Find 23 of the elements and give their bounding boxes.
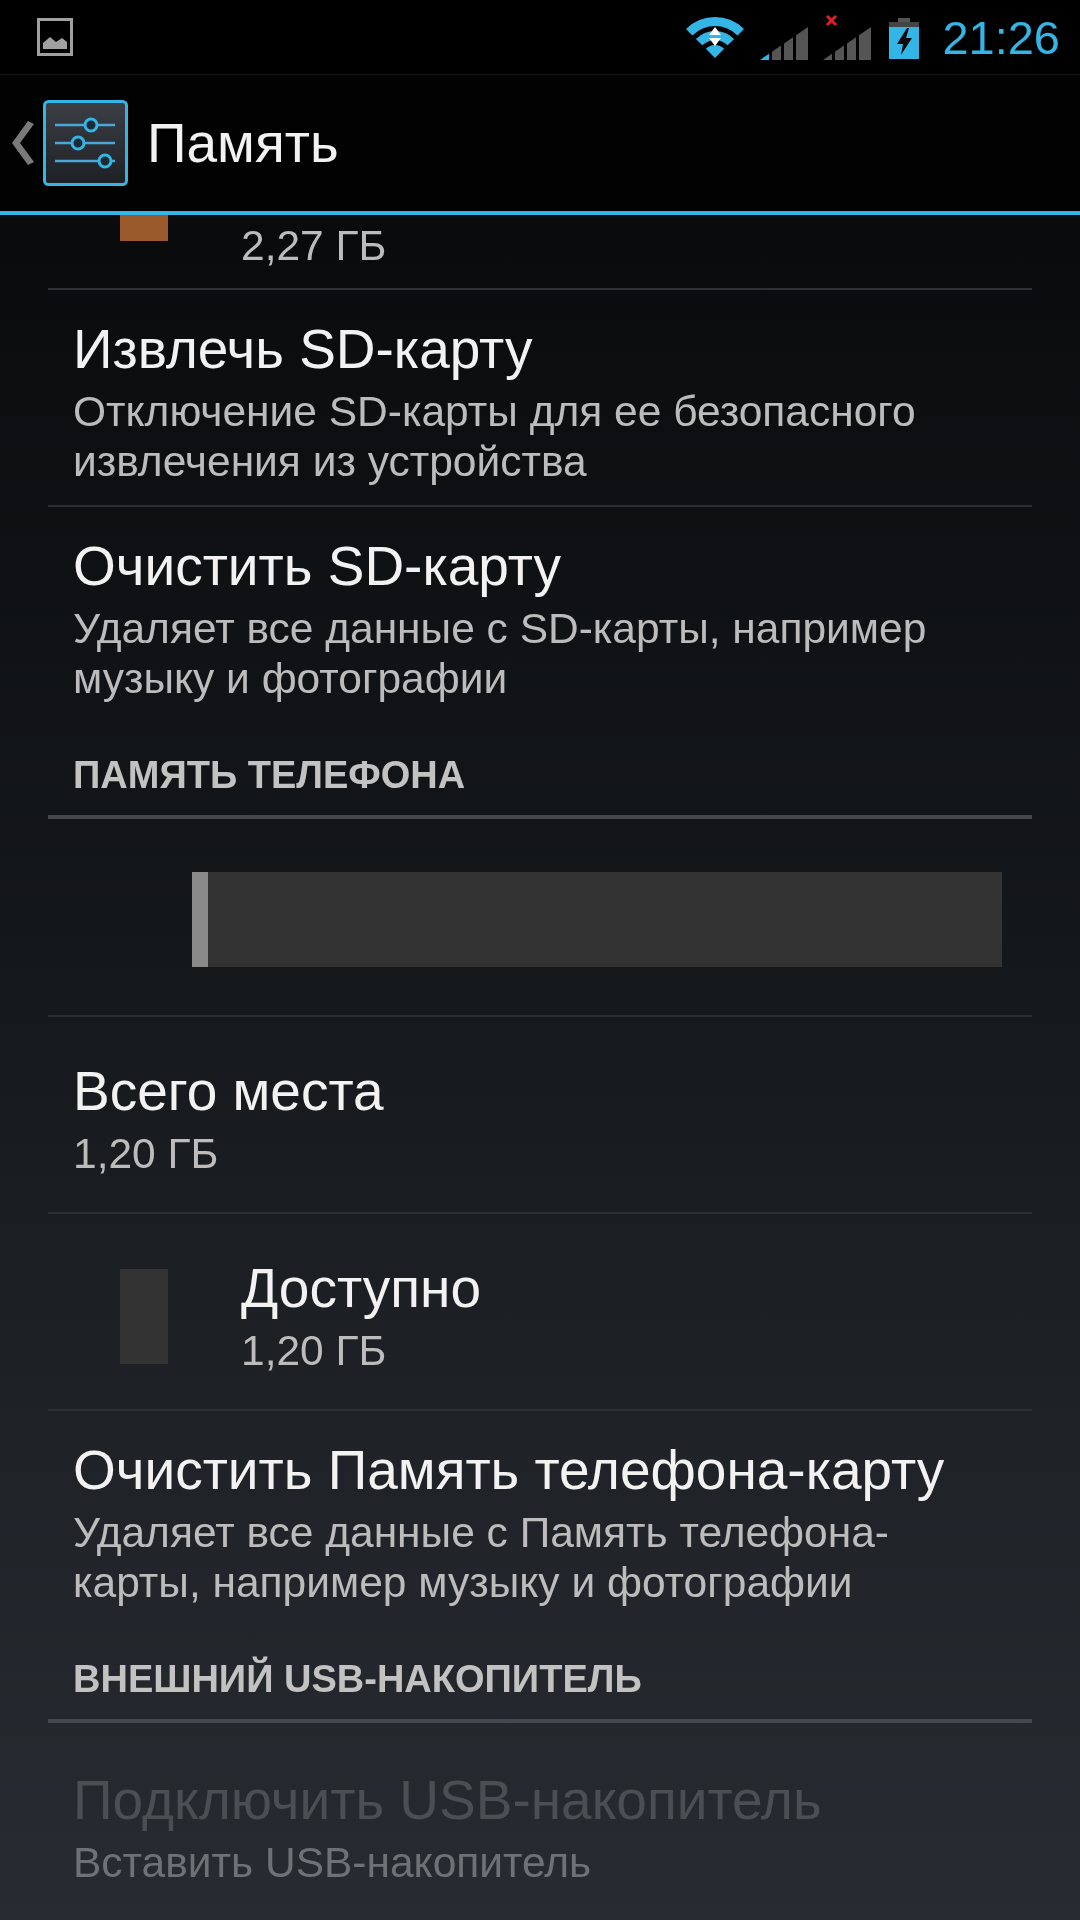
caret-icon xyxy=(12,121,34,165)
category-header: ВНЕШНИЙ USB-НАКОПИТЕЛЬ xyxy=(73,1658,642,1700)
signal-cross-icon xyxy=(823,14,872,60)
preference-summary: Удаляет все данные с Память телефона-карты, например музыку и фотографии xyxy=(73,1508,890,1608)
screen-title: Память xyxy=(147,112,339,174)
preference-title[interactable]: Извлечь SD-карту xyxy=(73,317,1007,381)
storage-label: Доступно xyxy=(241,1256,481,1320)
signal-icon xyxy=(760,26,809,60)
battery-charging-icon xyxy=(889,17,920,59)
preference-title[interactable]: Очистить Память телефона-карту xyxy=(73,1438,1007,1502)
preference-summary: Вставить USB-накопитель xyxy=(73,1838,593,1888)
preference-title[interactable]: Всего места xyxy=(73,1059,1007,1123)
preference-title[interactable]: Очистить SD-карту xyxy=(73,534,1007,598)
clock-time: 21:26 xyxy=(942,13,1060,61)
preference-summary: 1,20 ГБ xyxy=(73,1129,220,1179)
wifi-icon xyxy=(686,15,745,59)
settings-sliders-icon xyxy=(43,100,128,186)
preference-summary: Удаляет все данные с SD-карты, например музыку и фотографии xyxy=(73,604,928,704)
image-icon xyxy=(37,18,73,56)
category-header: ПАМЯТЬ ТЕЛЕФОНА xyxy=(73,754,466,796)
preference-summary: Отключение SD-карты для ее безопасного извлечения из устройства xyxy=(73,387,917,487)
storage-size: 2,27 ГБ xyxy=(241,221,387,271)
storage-size: 1,20 ГБ xyxy=(241,1326,388,1376)
